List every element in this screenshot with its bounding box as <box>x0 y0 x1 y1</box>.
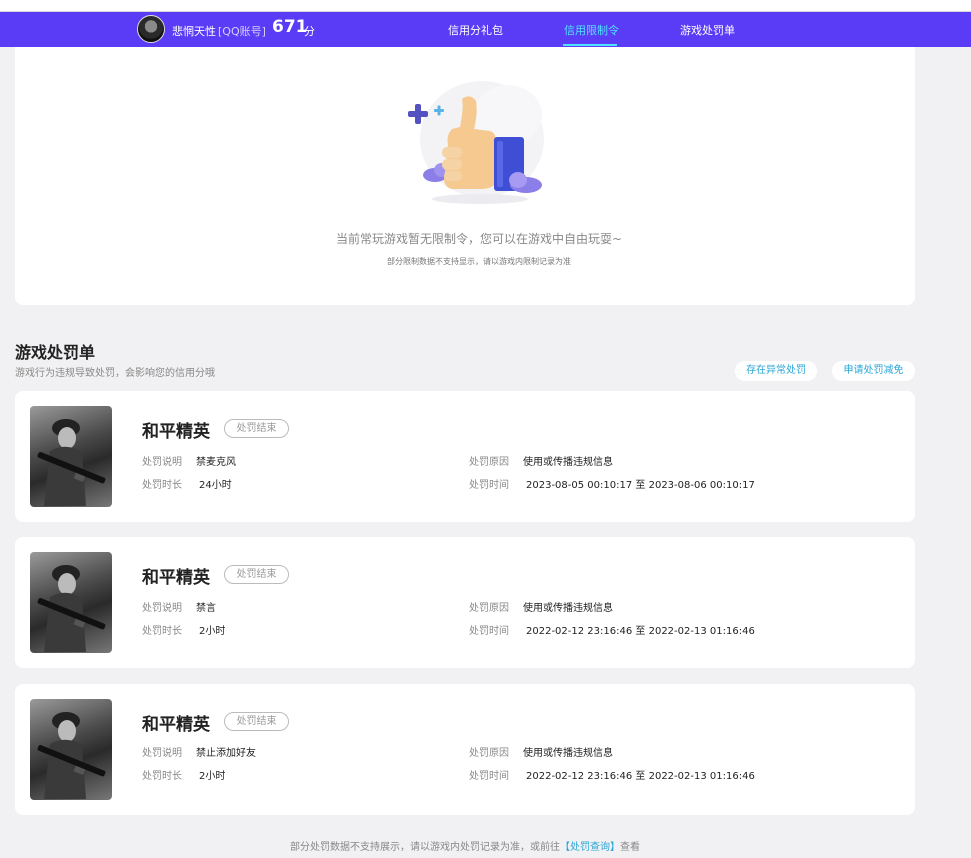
tab-game-penalty[interactable]: 游戏处罚单 <box>680 22 735 38</box>
reason-label: 处罚原因 <box>469 457 509 468</box>
time-label: 处罚时间 <box>469 626 509 637</box>
reason-label: 处罚原因 <box>469 603 509 614</box>
restriction-sub-note: 部分限制数据不支持显示，请以游戏内限制记录为准 <box>387 257 571 266</box>
reason-value: 使用或传播违规信息 <box>523 603 613 614</box>
footer-note: 部分处罚数据不支持展示，请以游戏内处罚记录为准，或前往【处罚查询】查看 <box>0 838 930 853</box>
time-start: 2022-02-12 23:16:46 <box>526 626 633 637</box>
penalty-card: 和平精英 处罚结束 处罚说明 禁止添加好友 处罚时长 2小时 处罚原因 使用或传… <box>15 684 915 815</box>
game-name: 和平精英 <box>142 422 210 442</box>
empty-restriction-message: 当前常玩游戏暂无限制令，您可以在游戏中自由玩耍~ <box>335 232 623 246</box>
description-value: 禁言 <box>196 603 216 614</box>
credit-score-unit: 分 <box>304 25 315 38</box>
time-end: 2022-02-13 01:16:46 <box>648 771 755 782</box>
duration-label: 处罚时长 <box>142 480 182 491</box>
time-start: 2023-08-05 00:10:17 <box>526 480 633 491</box>
time-label: 处罚时间 <box>469 771 509 782</box>
duration-value: 2小时 <box>199 626 226 637</box>
status-badge: 处罚结束 <box>224 419 289 438</box>
game-cover-image <box>30 406 112 507</box>
time-value: 2023-08-05 00:10:17 至 2023-08-06 00:10:1… <box>526 476 755 491</box>
restriction-card: 当前常玩游戏暂无限制令，您可以在游戏中自由玩耍~ 部分限制数据不支持显示，请以游… <box>15 47 915 305</box>
footer-note-suffix: 查看 <box>620 842 640 853</box>
game-name: 和平精英 <box>142 715 210 735</box>
description-label: 处罚说明 <box>142 748 182 759</box>
footer-note-prefix: 部分处罚数据不支持展示，请以游戏内处罚记录为准，或前往 <box>290 842 560 853</box>
duration-label: 处罚时长 <box>142 771 182 782</box>
time-to: 至 <box>635 480 646 491</box>
reason-value: 使用或传播违规信息 <box>523 748 613 759</box>
header-bar: 悲惘天性 [QQ账号] 671 分 信用分礼包 信用限制令 游戏处罚单 <box>0 12 971 47</box>
duration-label: 处罚时长 <box>142 626 182 637</box>
section-title: 游戏处罚单 <box>15 343 96 362</box>
tab-credit-gift[interactable]: 信用分礼包 <box>448 22 503 38</box>
time-end: 2022-02-13 01:16:46 <box>648 626 755 637</box>
time-start: 2022-02-12 23:16:46 <box>526 771 633 782</box>
description-label: 处罚说明 <box>142 603 182 614</box>
reason-label: 处罚原因 <box>469 748 509 759</box>
duration-value: 2小时 <box>199 771 226 782</box>
penalty-query-link[interactable]: 【处罚查询】 <box>560 842 620 853</box>
section-subtitle: 游戏行为违规导致处罚，会影响您的信用分哦 <box>15 368 215 379</box>
reason-value: 使用或传播违规信息 <box>523 457 613 468</box>
user-name: 悲惘天性 <box>172 25 216 38</box>
status-badge: 处罚结束 <box>224 565 289 584</box>
credit-score: 671 <box>272 17 308 37</box>
browser-top-strip <box>0 0 971 12</box>
game-cover-image <box>30 699 112 800</box>
game-name: 和平精英 <box>142 568 210 588</box>
time-label: 处罚时间 <box>469 480 509 491</box>
penalty-card: 和平精英 处罚结束 处罚说明 禁麦克风 处罚时长 24小时 处罚原因 使用或传播… <box>15 391 915 522</box>
apply-reduction-button[interactable]: 申请处罚减免 <box>832 361 915 381</box>
active-tab-indicator <box>563 44 617 46</box>
time-value: 2022-02-12 23:16:46 至 2022-02-13 01:16:4… <box>526 767 755 782</box>
duration-value: 24小时 <box>199 480 232 491</box>
tab-credit-restriction[interactable]: 信用限制令 <box>564 22 619 38</box>
avatar[interactable] <box>137 15 165 43</box>
penalty-card: 和平精英 处罚结束 处罚说明 禁言 处罚时长 2小时 处罚原因 使用或传播违规信… <box>15 537 915 668</box>
time-to: 至 <box>635 626 646 637</box>
account-type: [QQ账号] <box>218 25 266 38</box>
game-cover-image <box>30 552 112 653</box>
status-badge: 处罚结束 <box>224 712 289 731</box>
time-value: 2022-02-12 23:16:46 至 2022-02-13 01:16:4… <box>526 622 755 637</box>
thumbs-up-icon <box>408 81 544 204</box>
abnormal-penalty-button[interactable]: 存在异常处罚 <box>735 361 817 381</box>
description-label: 处罚说明 <box>142 457 182 468</box>
description-value: 禁止添加好友 <box>196 748 256 759</box>
time-to: 至 <box>635 771 646 782</box>
time-end: 2023-08-06 00:10:17 <box>648 480 755 491</box>
description-value: 禁麦克风 <box>196 457 236 468</box>
